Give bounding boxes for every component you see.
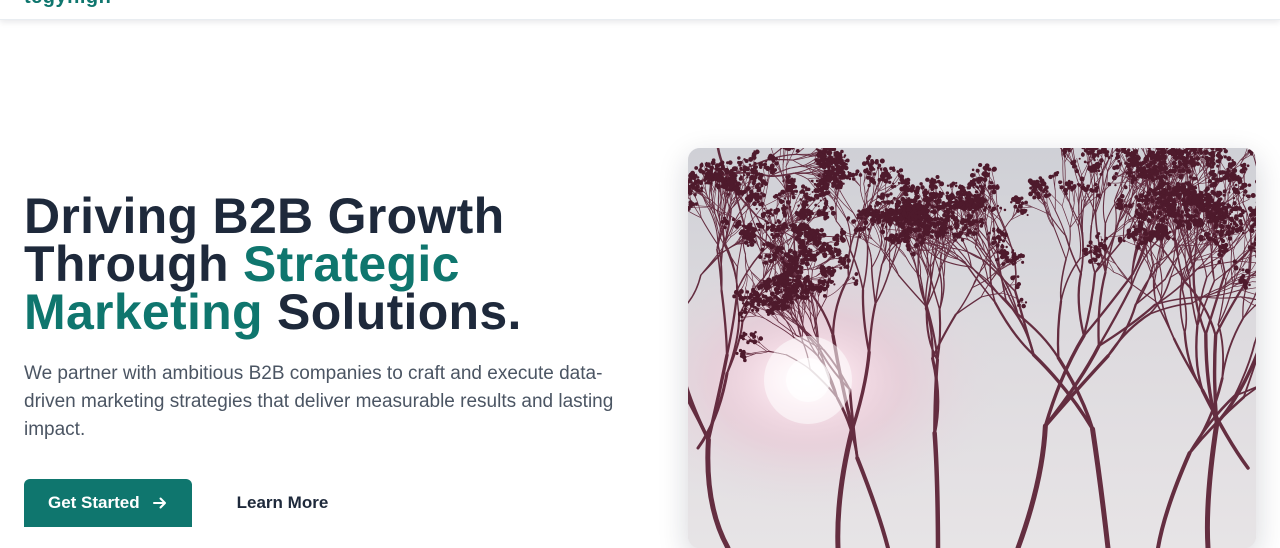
site-header: tegyhigh — [0, 0, 1280, 20]
hero-section: Driving B2B Growth Through Strategic Mar… — [24, 192, 664, 444]
site-logo[interactable]: tegyhigh — [24, 0, 111, 9]
arrow-right-icon — [152, 495, 168, 511]
headline-text-end: Solutions. — [263, 284, 522, 340]
learn-more-link[interactable]: Learn More — [237, 493, 329, 513]
hero-description: We partner with ambitious B2B companies … — [24, 360, 644, 444]
hero-image — [688, 148, 1256, 548]
get-started-label: Get Started — [48, 493, 140, 513]
hero-headline: Driving B2B Growth Through Strategic Mar… — [24, 192, 664, 336]
tree-branches-image — [688, 148, 1256, 548]
